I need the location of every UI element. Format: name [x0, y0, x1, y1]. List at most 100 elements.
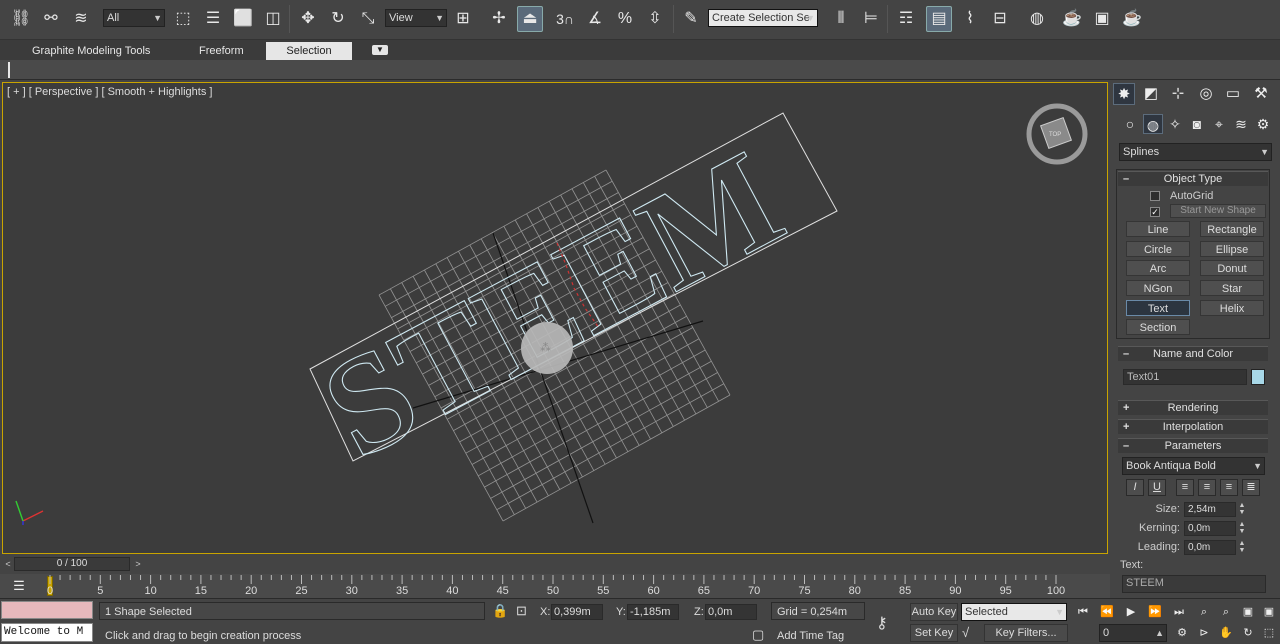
- angle-snap-icon[interactable]: ∡: [582, 6, 608, 32]
- line-button[interactable]: Line: [1126, 221, 1190, 237]
- perspective-viewport[interactable]: [ + ] [ Perspective ] [ Smooth + Highlig…: [2, 82, 1108, 554]
- text-input[interactable]: STEEM: [1122, 575, 1266, 593]
- edit-named-selection-icon[interactable]: ✎: [678, 6, 704, 32]
- layer-manager-icon[interactable]: ☶: [893, 6, 919, 32]
- bind-space-warp-icon[interactable]: ≋: [68, 6, 94, 32]
- font-dropdown[interactable]: Book Antiqua Bold ▼: [1122, 457, 1265, 475]
- start-new-shape-checkbox[interactable]: ✓: [1150, 207, 1160, 217]
- time-configuration-icon[interactable]: ⚙: [1172, 624, 1192, 642]
- pan-icon[interactable]: ✋: [1216, 624, 1236, 642]
- tab-graphite-modeling-tools[interactable]: Graphite Modeling Tools: [20, 42, 162, 60]
- align-center-icon[interactable]: ≡: [1198, 479, 1216, 496]
- geometry-icon[interactable]: ○: [1120, 114, 1140, 134]
- z-coordinate-field[interactable]: 0,0m: [705, 604, 757, 620]
- scene-explorer-icon[interactable]: ▤: [926, 6, 952, 32]
- mini-curve-editor-icon[interactable]: ☰: [8, 577, 30, 595]
- underline-button[interactable]: U: [1148, 479, 1166, 496]
- autogrid-checkbox[interactable]: [1150, 191, 1160, 201]
- select-link-icon[interactable]: ⛓: [8, 6, 34, 32]
- lock-selection-icon[interactable]: 🔒: [492, 603, 508, 619]
- maximize-viewport-icon[interactable]: ⬚: [1259, 624, 1279, 642]
- arc-button[interactable]: Arc: [1126, 260, 1190, 276]
- snaps-toggle-icon[interactable]: 3 ∩: [552, 6, 578, 32]
- size-spinner[interactable]: 2,54m: [1184, 502, 1236, 517]
- select-object-icon[interactable]: ⬚: [170, 6, 196, 32]
- modify-tab-icon[interactable]: ◩: [1140, 83, 1162, 105]
- text-button[interactable]: Text: [1126, 300, 1190, 316]
- named-selection-sets-input[interactable]: Create Selection Se ▼: [708, 9, 818, 27]
- start-new-shape-button[interactable]: Start New Shape: [1170, 204, 1266, 218]
- space-warps-icon[interactable]: ≋: [1231, 114, 1251, 134]
- align-right-icon[interactable]: ≡: [1220, 479, 1238, 496]
- create-tab-icon[interactable]: ✸: [1113, 83, 1135, 105]
- render-setup-icon[interactable]: ☕: [1059, 6, 1085, 32]
- time-slider-next[interactable]: >: [132, 557, 144, 571]
- pivot-center-icon[interactable]: ⊞: [450, 6, 476, 32]
- trackbar[interactable]: ☰ 0 5 10 15 20 25 30 35 40 45 50 55 60 65 70 75 80 85 90 95…: [0, 574, 1110, 598]
- rendering-header[interactable]: + Rendering: [1118, 400, 1268, 415]
- zoom-all-icon[interactable]: ⌕: [1216, 603, 1236, 621]
- ribbon-options-icon[interactable]: ▼: [372, 45, 388, 55]
- category-dropdown[interactable]: Splines ▼: [1119, 143, 1272, 161]
- rendered-frame-window-icon[interactable]: ▣: [1089, 6, 1115, 32]
- time-slider-handle[interactable]: 0 / 100: [14, 557, 130, 571]
- leading-spinner[interactable]: 0,0m: [1184, 540, 1236, 555]
- y-coordinate-field[interactable]: -1,185m: [627, 604, 679, 620]
- play-icon[interactable]: ▶: [1121, 603, 1141, 621]
- viewcube[interactable]: TOP: [1026, 103, 1088, 165]
- cameras-icon[interactable]: ◙: [1187, 114, 1207, 134]
- time-slider-prev[interactable]: <: [2, 557, 14, 571]
- object-type-header[interactable]: – Object Type: [1118, 171, 1268, 186]
- maxscript-listener-input[interactable]: Welcome to M: [1, 623, 93, 642]
- steem-text-spline[interactable]: STEEM: [299, 121, 806, 489]
- parameters-header[interactable]: – Parameters: [1118, 438, 1268, 453]
- selection-filter-dropdown[interactable]: All ▼: [103, 9, 165, 27]
- kerning-spinner[interactable]: 0,0m: [1184, 521, 1236, 536]
- interpolation-header[interactable]: + Interpolation: [1118, 419, 1268, 434]
- select-by-name-icon[interactable]: ☰: [200, 6, 226, 32]
- set-key-button[interactable]: Set Key: [910, 624, 958, 642]
- align-icon[interactable]: ⊨: [858, 6, 884, 32]
- star-button[interactable]: Star: [1200, 280, 1264, 296]
- object-color-swatch[interactable]: [1251, 369, 1265, 385]
- italic-button[interactable]: I: [1126, 479, 1144, 496]
- systems-icon[interactable]: ⚙: [1253, 114, 1273, 134]
- helpers-icon[interactable]: ⌖: [1209, 114, 1229, 134]
- tab-selection[interactable]: Selection: [266, 42, 352, 60]
- zoom-icon[interactable]: ⌕: [1194, 603, 1214, 621]
- go-to-start-icon[interactable]: ⏮: [1073, 603, 1093, 621]
- field-of-view-icon[interactable]: ⊳: [1194, 624, 1214, 642]
- select-scale-icon[interactable]: ⤡: [355, 6, 381, 32]
- current-frame-field[interactable]: 0 ▲: [1099, 624, 1167, 642]
- ellipse-button[interactable]: Ellipse: [1200, 241, 1264, 257]
- zoom-extents-icon[interactable]: ▣: [1238, 603, 1258, 621]
- display-tab-icon[interactable]: ▭: [1222, 83, 1244, 105]
- maxscript-listener-output[interactable]: [1, 601, 93, 619]
- shapes-icon[interactable]: ◍: [1143, 114, 1163, 134]
- align-left-icon[interactable]: ≡: [1176, 479, 1194, 496]
- window-crossing-icon[interactable]: ◫: [260, 6, 286, 32]
- add-time-tag[interactable]: Add Time Tag: [777, 630, 844, 642]
- key-tangent-icon[interactable]: √: [962, 625, 969, 640]
- motion-tab-icon[interactable]: ◎: [1195, 83, 1217, 105]
- render-production-icon[interactable]: ☕: [1119, 6, 1145, 32]
- size-spinner-arrows[interactable]: ▲ ▼: [1237, 502, 1247, 517]
- go-to-end-icon[interactable]: ⏭: [1169, 603, 1189, 621]
- percent-snap-icon[interactable]: %: [612, 6, 638, 32]
- key-filters-button[interactable]: Key Filters...: [984, 624, 1068, 642]
- previous-frame-icon[interactable]: ⏪: [1097, 603, 1117, 621]
- kerning-spinner-arrows[interactable]: ▲ ▼: [1237, 521, 1247, 536]
- time-slider[interactable]: < 0 / 100 >: [0, 556, 1110, 572]
- keyboard-shortcut-icon[interactable]: ⏏: [517, 6, 543, 32]
- circle-button[interactable]: Circle: [1126, 241, 1190, 257]
- orbit-icon[interactable]: ↻: [1238, 624, 1258, 642]
- section-button[interactable]: Section: [1126, 319, 1190, 335]
- set-key-mode-icon[interactable]: ⚷: [876, 613, 888, 633]
- tab-freeform[interactable]: Freeform: [187, 42, 256, 60]
- reference-coordinate-dropdown[interactable]: View ▼: [385, 9, 447, 27]
- rectangle-button[interactable]: Rectangle: [1200, 221, 1264, 237]
- next-frame-icon[interactable]: ⏩: [1145, 603, 1165, 621]
- leading-spinner-arrows[interactable]: ▲ ▼: [1237, 540, 1247, 555]
- curve-editor-icon[interactable]: ⌇: [957, 6, 983, 32]
- helix-button[interactable]: Helix: [1200, 300, 1264, 316]
